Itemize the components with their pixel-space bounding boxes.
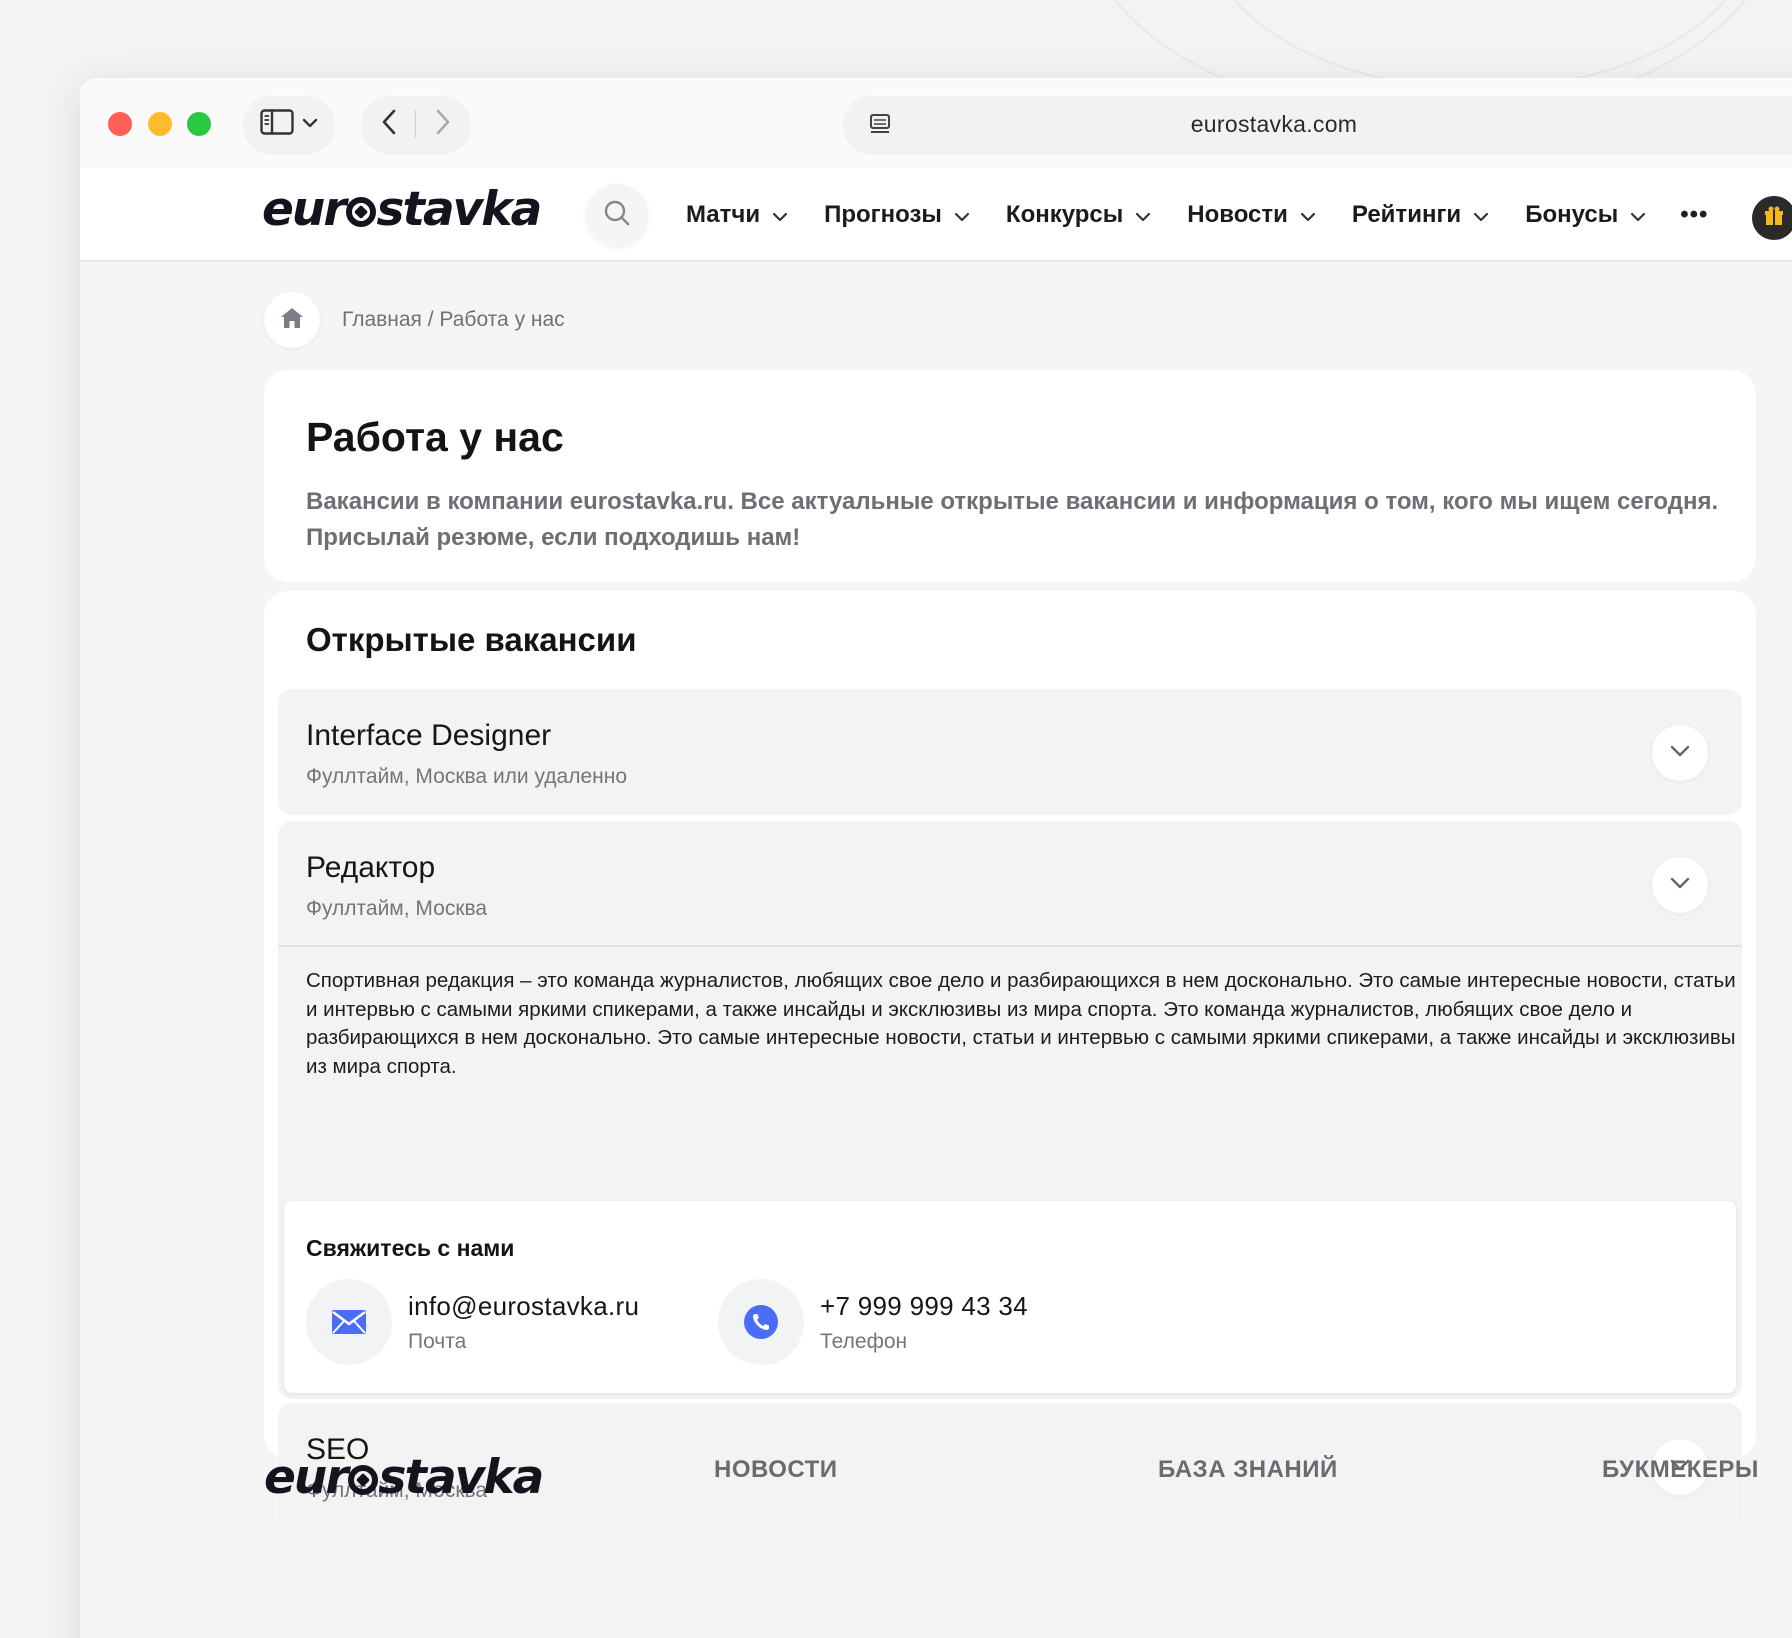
gift-button[interactable] [1752, 196, 1792, 240]
chevron-down-icon [954, 201, 970, 229]
contact-email[interactable]: info@eurostavka.ru Почта [306, 1279, 639, 1365]
home-icon [279, 306, 305, 335]
chevron-down-icon [1669, 744, 1691, 763]
vacancy-title: Редактор [306, 851, 436, 884]
site-header: eur stavka Матчи Прогнозы Конкурсы Новост… [80, 168, 1792, 262]
nav-item-label: Бонусы [1525, 201, 1619, 228]
gift-icon [1763, 205, 1785, 232]
browser-nav-buttons [362, 96, 470, 152]
vacancy-item[interactable]: Interface Designer Фуллтайм, Москва или … [278, 689, 1742, 815]
chevron-down-icon [1669, 876, 1691, 895]
browser-titlebar: eurostavka.com [80, 78, 1792, 168]
chevron-down-icon [302, 115, 318, 133]
vacancy-item[interactable]: Редактор Фуллтайм, Москва [278, 821, 1742, 947]
email-label: Почта [408, 1329, 467, 1353]
url-text: eurostavka.com [1190, 110, 1358, 137]
footer-logo[interactable]: eur stavka [264, 1450, 544, 1505]
chevron-down-icon [1135, 201, 1151, 229]
expand-button[interactable] [1652, 857, 1708, 913]
expand-button[interactable] [1652, 725, 1708, 781]
footer-link-bookmakers[interactable]: БУКМЕКЕРЫ [1602, 1456, 1759, 1484]
nav-item-contests[interactable]: Конкурсы [1006, 201, 1151, 229]
sidebar-icon [260, 108, 294, 140]
mail-icon [306, 1279, 392, 1365]
minimize-window-button[interactable] [148, 112, 172, 136]
address-bar[interactable]: eurostavka.com [844, 96, 1792, 152]
contact-phone[interactable]: +7 999 999 43 34 Телефон [718, 1279, 1028, 1365]
nav-item-label: Прогнозы [824, 201, 942, 228]
contact-title: Свяжитесь с нами [306, 1235, 515, 1261]
footer-link-knowledge-base[interactable]: БАЗА ЗНАНИЙ [1158, 1456, 1338, 1484]
sidebar-toggle-button[interactable] [244, 96, 334, 152]
vacancy-description: Спортивная редакция – это команда журнал… [306, 969, 1736, 1078]
close-window-button[interactable] [108, 112, 132, 136]
vacancy-subtitle: Фуллтайм, Москва или удаленно [306, 765, 628, 788]
nav-item-bonuses[interactable]: Бонусы [1525, 201, 1646, 229]
footer-link-news[interactable]: НОВОСТИ [714, 1456, 838, 1484]
home-button[interactable] [264, 292, 320, 348]
contact-box: Свяжитесь с нами info@eurostavka.ru Почт… [284, 1201, 1736, 1393]
main-nav: Матчи Прогнозы Конкурсы Новости Рейтинги… [686, 168, 1708, 262]
vacancy-title: Interface Designer [306, 719, 552, 752]
phone-value[interactable]: +7 999 999 43 34 [820, 1291, 1028, 1322]
forward-arrow-icon[interactable] [435, 108, 451, 141]
nav-item-predictions[interactable]: Прогнозы [824, 201, 970, 229]
nav-item-ratings[interactable]: Рейтинги [1352, 201, 1489, 229]
more-menu-button[interactable]: ••• [1680, 201, 1708, 229]
nav-item-label: Конкурсы [1005, 201, 1124, 228]
section-title: Открытые вакансии [306, 621, 637, 658]
maximize-window-button[interactable] [187, 112, 211, 136]
nav-item-label: Матчи [686, 201, 761, 228]
search-icon [603, 199, 631, 232]
search-button[interactable] [586, 184, 648, 246]
chevron-down-icon [772, 201, 788, 229]
browser-window: eurostavka.com eur stavka Матчи Прогнозы … [80, 78, 1792, 1638]
chevron-down-icon [1300, 201, 1316, 229]
phone-label: Телефон [820, 1329, 908, 1353]
chevron-down-icon [1630, 201, 1646, 229]
divider [415, 110, 417, 138]
back-arrow-icon[interactable] [381, 108, 397, 141]
page-title: Работа у нас [306, 414, 564, 460]
nav-item-news[interactable]: Новости [1187, 201, 1316, 229]
phone-icon [718, 1279, 804, 1365]
vacancy-subtitle: Фуллтайм, Москва [306, 897, 488, 920]
nav-item-label: Рейтинги [1351, 201, 1462, 228]
nav-item-label: Новости [1187, 201, 1288, 228]
page-description: Вакансии в компании eurostavka.ru. Все а… [306, 488, 1719, 551]
breadcrumb-text[interactable]: Главная / Работа у нас [342, 308, 565, 332]
site-logo[interactable]: eur stavka [262, 182, 542, 237]
nav-item-matches[interactable]: Матчи [686, 201, 788, 229]
email-value[interactable]: info@eurostavka.ru [408, 1291, 639, 1322]
vacancies-card: Открытые вакансии Interface Designer Фул… [264, 591, 1756, 1529]
intro-card: Работа у нас Вакансии в компании eurosta… [264, 370, 1756, 582]
breadcrumb: Главная / Работа у нас [264, 292, 565, 348]
chevron-down-icon [1473, 201, 1489, 229]
